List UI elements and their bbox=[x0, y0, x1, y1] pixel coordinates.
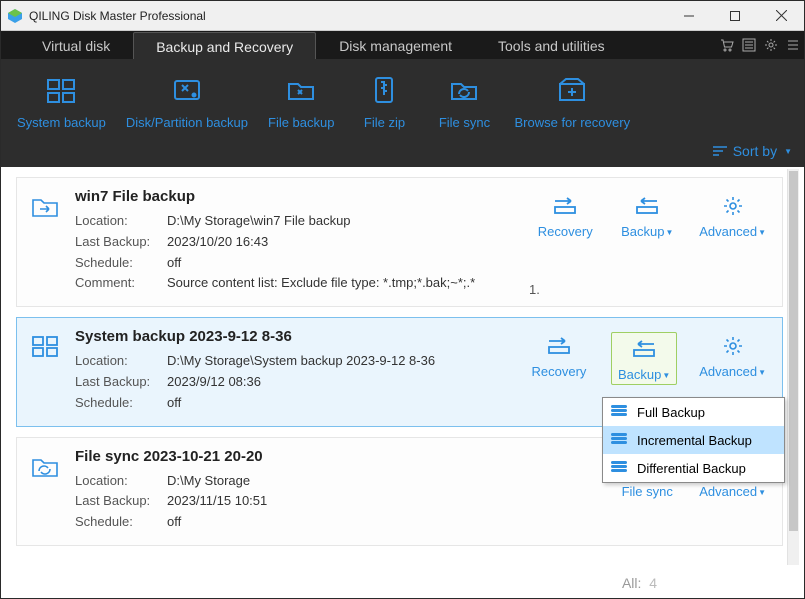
system-backup-label: System backup bbox=[17, 115, 106, 130]
advanced-action[interactable]: Advanced▼ bbox=[699, 332, 766, 385]
dropdown-item-incremental[interactable]: Incremental Backup bbox=[603, 426, 784, 454]
tab-virtual-disk[interactable]: Virtual disk bbox=[19, 31, 133, 59]
dropdown-item-differential[interactable]: Differential Backup bbox=[603, 454, 784, 482]
system-backup-button[interactable]: System backup bbox=[7, 71, 116, 131]
zip-icon bbox=[354, 71, 414, 109]
cart-icon[interactable] bbox=[716, 31, 738, 59]
folder-icon bbox=[268, 71, 334, 109]
app-logo-icon bbox=[7, 8, 23, 24]
backup-action[interactable]: Backup▼ bbox=[617, 192, 677, 239]
titlebar: QILING Disk Master Professional bbox=[1, 1, 804, 31]
close-button[interactable] bbox=[758, 1, 804, 30]
backup-arrow-icon bbox=[617, 192, 677, 220]
sync-folder-icon bbox=[31, 448, 61, 533]
action-toolbar: System backup Disk/Partition backup File… bbox=[1, 59, 804, 167]
sync-folder-icon bbox=[434, 71, 494, 109]
footer-count: All: 4 bbox=[4, 575, 787, 591]
disk-icon bbox=[126, 71, 248, 109]
recovery-icon bbox=[514, 71, 630, 109]
main-tabbar: Virtual disk Backup and Recovery Disk ma… bbox=[1, 31, 804, 59]
file-sync-button[interactable]: File sync bbox=[424, 71, 504, 131]
folder-arrow-icon bbox=[31, 188, 61, 294]
chevron-down-icon: ▼ bbox=[662, 371, 670, 380]
browse-recovery-label: Browse for recovery bbox=[514, 115, 630, 130]
database-icon bbox=[611, 461, 627, 475]
chevron-down-icon: ▼ bbox=[758, 228, 766, 237]
sort-icon bbox=[713, 145, 727, 157]
file-sync-label: File sync bbox=[439, 115, 490, 130]
task-card[interactable]: win7 File backup Location:D:\My Storage\… bbox=[16, 177, 783, 307]
scrollbar[interactable] bbox=[787, 169, 799, 565]
database-icon bbox=[611, 405, 627, 419]
advanced-action[interactable]: Advanced▼ bbox=[699, 192, 766, 239]
window-title: QILING Disk Master Professional bbox=[29, 9, 666, 23]
backup-action[interactable]: Backup▼ bbox=[611, 332, 677, 385]
backup-dropdown: Full Backup Incremental Backup Different… bbox=[602, 397, 785, 483]
maximize-button[interactable] bbox=[712, 1, 758, 30]
tab-backup-recovery[interactable]: Backup and Recovery bbox=[133, 32, 316, 60]
recovery-arrow-icon bbox=[529, 332, 589, 360]
tab-tools-utilities[interactable]: Tools and utilities bbox=[475, 31, 628, 59]
file-zip-label: File zip bbox=[364, 115, 405, 130]
list-icon[interactable] bbox=[738, 31, 760, 59]
file-zip-button[interactable]: File zip bbox=[344, 71, 424, 131]
scroll-thumb[interactable] bbox=[789, 171, 798, 531]
database-icon bbox=[611, 433, 627, 447]
gear-icon[interactable] bbox=[760, 31, 782, 59]
grid-icon bbox=[31, 328, 61, 413]
gear-icon bbox=[699, 332, 766, 360]
chevron-down-icon: ▼ bbox=[758, 488, 766, 497]
disk-partition-label: Disk/Partition backup bbox=[126, 115, 248, 130]
task-list: win7 File backup Location:D:\My Storage\… bbox=[4, 167, 801, 595]
recovery-arrow-icon bbox=[535, 192, 595, 220]
minimize-button[interactable] bbox=[666, 1, 712, 30]
dropdown-item-full[interactable]: Full Backup bbox=[603, 398, 784, 426]
sort-by-button[interactable]: Sort by ▼ bbox=[713, 143, 792, 159]
recovery-action[interactable]: Recovery bbox=[535, 192, 595, 239]
comment-extra: 1. bbox=[529, 282, 540, 297]
browse-recovery-button[interactable]: Browse for recovery bbox=[504, 71, 640, 131]
disk-partition-backup-button[interactable]: Disk/Partition backup bbox=[116, 71, 258, 131]
chevron-down-icon: ▼ bbox=[758, 368, 766, 377]
gear-icon bbox=[699, 192, 766, 220]
tab-disk-management[interactable]: Disk management bbox=[316, 31, 475, 59]
file-backup-button[interactable]: File backup bbox=[258, 71, 344, 131]
menu-icon[interactable] bbox=[782, 31, 804, 59]
chevron-down-icon: ▼ bbox=[665, 228, 673, 237]
grid-icon bbox=[17, 71, 106, 109]
chevron-down-icon: ▼ bbox=[784, 147, 792, 156]
file-backup-label: File backup bbox=[268, 115, 334, 130]
backup-arrow-icon bbox=[618, 335, 670, 363]
recovery-action[interactable]: Recovery bbox=[529, 332, 589, 385]
